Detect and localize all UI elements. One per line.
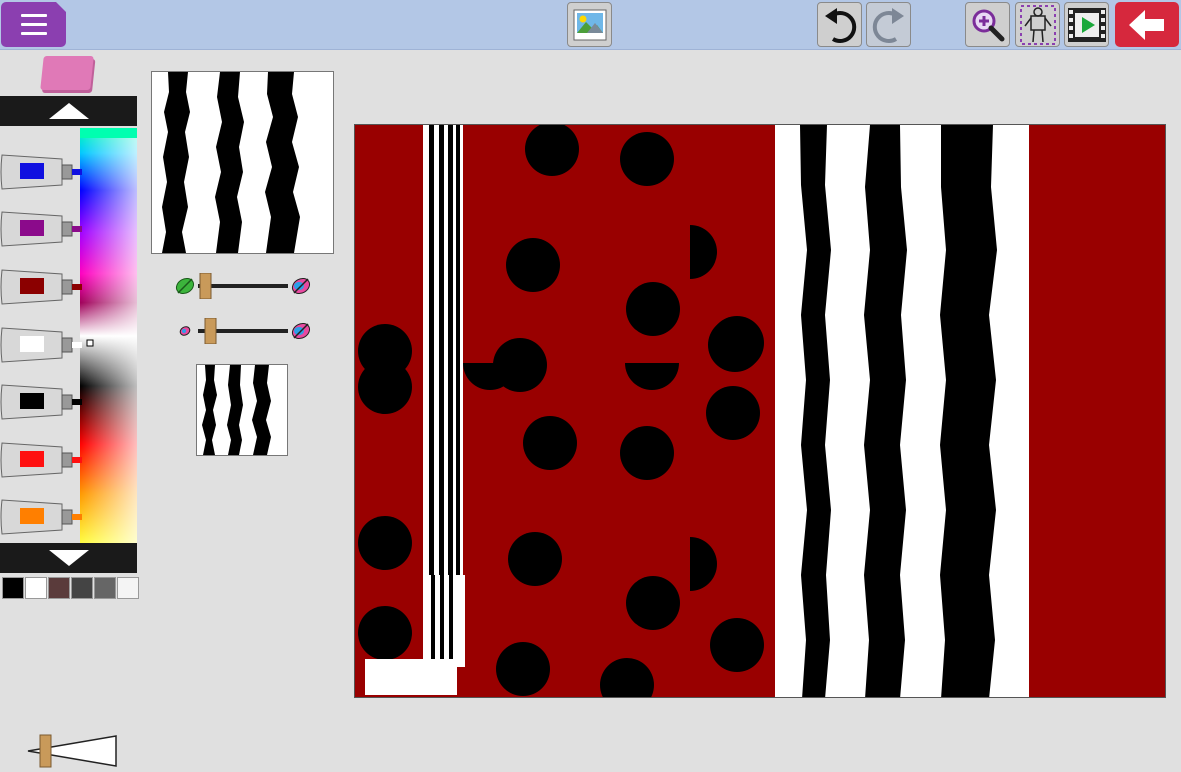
- stamp-icon: [1019, 4, 1056, 45]
- image-icon: [573, 9, 606, 40]
- paint-tube-purple[interactable]: [0, 208, 82, 250]
- menu-button[interactable]: [1, 2, 66, 47]
- swatch-black[interactable]: [2, 577, 24, 599]
- eraser-icon[interactable]: [40, 56, 94, 90]
- color-spectrum[interactable]: [80, 128, 137, 544]
- paint-tube-dark-red[interactable]: [0, 266, 82, 308]
- arrow-up-icon: [48, 103, 89, 119]
- undo-icon: [824, 7, 856, 43]
- top-toolbar: [0, 0, 1181, 50]
- leaf-rainbow-icon: [291, 277, 311, 295]
- redo-icon: [872, 7, 904, 43]
- swatch-off-white[interactable]: [117, 577, 139, 599]
- leaf-large-icon: [291, 322, 311, 340]
- image-button[interactable]: [567, 2, 612, 47]
- swatch-white[interactable]: [25, 577, 47, 599]
- leaf-small-icon: [179, 326, 191, 336]
- redo-button[interactable]: [866, 2, 911, 47]
- paint-tube-red[interactable]: [0, 439, 82, 481]
- leaf-green-icon: [175, 277, 195, 295]
- zoom-in-icon: [972, 9, 1004, 41]
- brush-pattern-preview[interactable]: [151, 71, 334, 254]
- opacity-slider[interactable]: [174, 272, 314, 300]
- back-button[interactable]: [1115, 2, 1179, 47]
- animation-button[interactable]: [1064, 2, 1109, 47]
- film-icon: [1067, 7, 1106, 42]
- arrow-down-icon: [48, 550, 89, 566]
- drawing-canvas[interactable]: [354, 124, 1166, 698]
- brush-size-slider[interactable]: [174, 317, 314, 345]
- scroll-up-button[interactable]: [0, 96, 137, 126]
- swatch-gray[interactable]: [94, 577, 116, 599]
- zoom-button[interactable]: [965, 2, 1010, 47]
- back-arrow-icon: [1129, 9, 1164, 40]
- paint-tube-blue[interactable]: [0, 151, 82, 193]
- swatch-brown[interactable]: [48, 577, 70, 599]
- paint-tube-black[interactable]: [0, 381, 82, 423]
- brush-stroke-preview: [196, 364, 288, 456]
- brush-width-selector[interactable]: [26, 734, 118, 768]
- undo-button[interactable]: [817, 2, 862, 47]
- color-panel: [0, 52, 145, 772]
- swatch-dark-gray[interactable]: [71, 577, 93, 599]
- stamp-button[interactable]: [1015, 2, 1060, 47]
- paint-tube-white[interactable]: [0, 324, 82, 366]
- scroll-down-button[interactable]: [0, 543, 137, 573]
- menu-icon: [20, 11, 47, 38]
- paint-tube-orange[interactable]: [0, 496, 82, 538]
